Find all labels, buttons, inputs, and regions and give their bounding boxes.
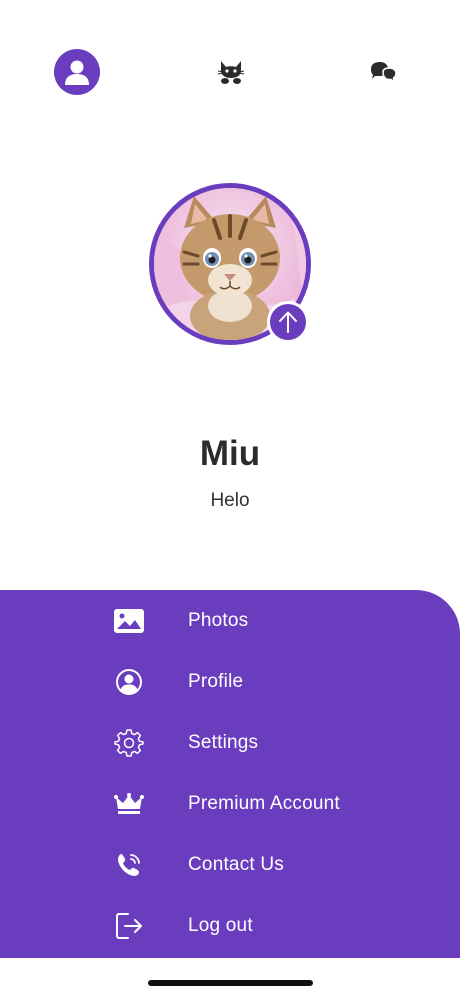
menu-item-settings[interactable]: Settings: [0, 718, 460, 768]
nav-profile-button[interactable]: [53, 48, 101, 96]
menu-item-premium[interactable]: Premium Account: [0, 779, 460, 829]
chat-icon: [371, 62, 397, 84]
home-bar: [0, 958, 460, 996]
logout-icon: [112, 909, 146, 943]
menu-item-profile[interactable]: Profile: [0, 657, 460, 707]
image-icon: [112, 604, 146, 638]
menu-label-premium: Premium Account: [188, 793, 340, 814]
menu-item-contact[interactable]: Contact Us: [0, 840, 460, 890]
user-icon: [54, 49, 100, 95]
crown-icon: [112, 787, 146, 821]
user-status: Helo: [210, 490, 250, 511]
nav-cats-button[interactable]: [207, 48, 255, 96]
menu-label-settings: Settings: [188, 732, 259, 753]
menu-label-profile: Profile: [188, 671, 244, 692]
menu-item-photos[interactable]: Photos: [0, 596, 460, 646]
menu-label-logout: Log out: [188, 915, 253, 936]
menu-label-contact: Contact Us: [188, 854, 284, 875]
menu-label-photos: Photos: [188, 610, 249, 631]
phone-icon: [112, 848, 146, 882]
top-nav: [0, 48, 460, 96]
menu-item-logout[interactable]: Log out: [0, 901, 460, 951]
nav-chats-button[interactable]: [359, 48, 407, 96]
upload-avatar-button[interactable]: [267, 301, 309, 343]
user-name: Miu: [199, 434, 261, 473]
profile-screen: Miu Helo Photos Profile Settings Premium…: [0, 0, 460, 996]
cat-icon: [217, 61, 245, 84]
home-indicator[interactable]: [148, 980, 313, 986]
menu-panel: Photos Profile Settings Premium Account …: [0, 590, 460, 958]
avatar-container: [149, 183, 311, 345]
arrow-up-icon: [279, 311, 297, 333]
user-circle-icon: [112, 665, 146, 699]
gear-icon: [112, 726, 146, 760]
